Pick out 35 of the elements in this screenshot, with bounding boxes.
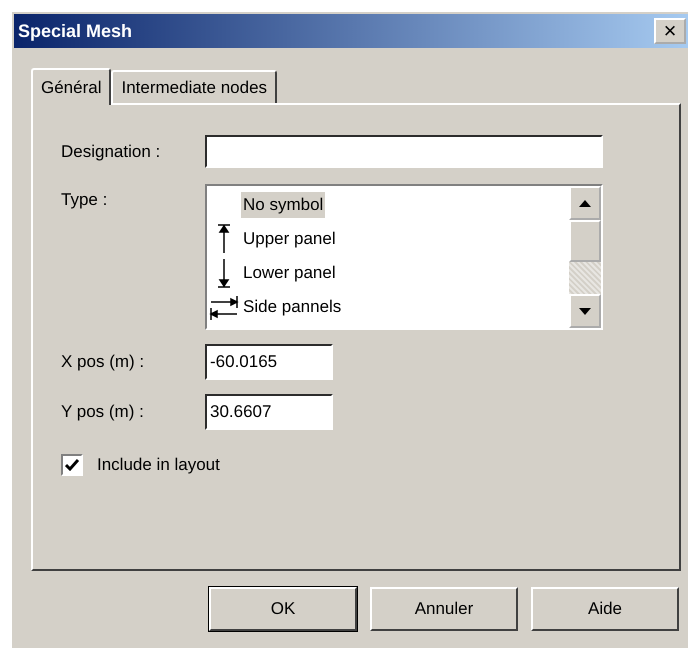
side-arrows-icon	[209, 294, 239, 320]
checkbox[interactable]	[61, 454, 83, 476]
dialog-button[interactable]: OK	[209, 587, 357, 631]
scroll-up-button[interactable]	[569, 186, 601, 220]
item-label: No symbol	[241, 192, 326, 218]
upper-arrow-icon	[217, 224, 231, 254]
tab[interactable]: Général	[31, 68, 112, 105]
check-icon	[65, 459, 79, 471]
dialog-button[interactable]: Aide	[531, 587, 679, 631]
window-title: Special Mesh	[18, 20, 132, 42]
list-item[interactable]: No symbol	[207, 188, 569, 222]
scrollbar[interactable]	[569, 186, 601, 328]
checkbox-label: Include in layout	[97, 455, 220, 475]
up-arrow-icon	[579, 200, 591, 206]
tab[interactable]: Intermediate nodes	[111, 70, 278, 103]
type-list[interactable]: No symbol Upper panel Lower panel Side pannels	[205, 184, 603, 330]
down-arrow-icon	[579, 308, 591, 314]
item-label: Lower panel	[242, 262, 337, 284]
y-pos-field[interactable]: 30.6607	[205, 394, 333, 430]
scroll-down-button[interactable]	[569, 294, 601, 328]
list-item[interactable]: Lower panel	[207, 256, 569, 290]
field-label: X pos (m) :	[61, 352, 146, 372]
scroll-thumb[interactable]	[569, 220, 601, 262]
lower-arrow-icon	[217, 258, 231, 288]
list-item[interactable]: Upper panel	[207, 222, 569, 256]
field-label: Designation :	[61, 142, 162, 162]
list-item[interactable]: Side pannels	[207, 290, 569, 324]
close-button[interactable]: ×	[654, 18, 686, 44]
designation-field[interactable]	[205, 135, 603, 168]
dialog-button[interactable]: Annuler	[370, 587, 518, 631]
field-label: Y pos (m) :	[61, 402, 145, 422]
item-label: Upper panel	[242, 228, 337, 250]
item-label: Side pannels	[242, 296, 342, 318]
field-label: Type :	[61, 189, 108, 210]
x-pos-field[interactable]: -60.0165	[205, 344, 333, 380]
